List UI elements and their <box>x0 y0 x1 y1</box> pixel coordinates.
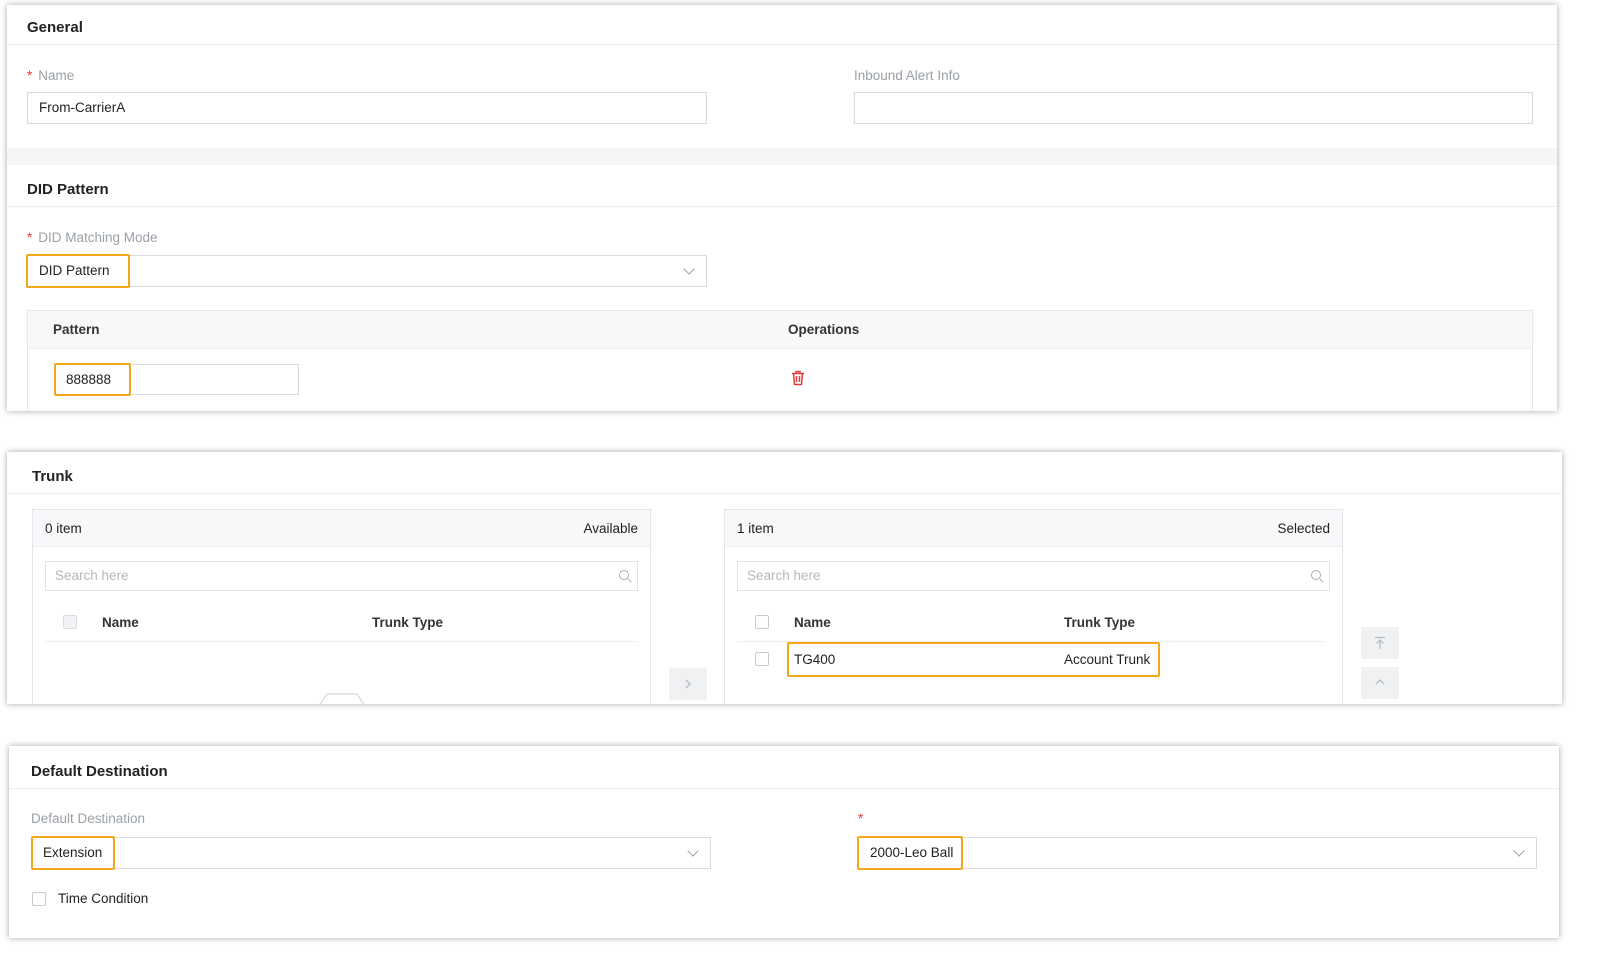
divider <box>7 44 1557 45</box>
selected-select-all-checkbox[interactable] <box>755 615 769 629</box>
divider <box>7 493 1562 494</box>
available-name-column-header: Name <box>102 615 139 630</box>
required-asterisk: * <box>858 811 864 826</box>
section-gap <box>7 148 1557 165</box>
selected-search-input[interactable]: Search here <box>737 561 1330 591</box>
move-up-icon <box>1375 679 1385 685</box>
divider <box>737 641 1325 642</box>
search-icon <box>619 570 629 580</box>
empty-state-icon <box>319 693 365 704</box>
destination-type-select[interactable]: Extension <box>31 837 711 869</box>
general-section-title: General <box>27 19 83 36</box>
did-matching-mode-label-text: DID Matching Mode <box>38 230 158 245</box>
did-matching-mode-value: DID Pattern <box>39 263 110 278</box>
general-did-card: General * Name From-CarrierA Inbound Aler… <box>7 5 1557 411</box>
did-matching-mode-label: * DID Matching Mode <box>27 230 158 245</box>
required-asterisk: * <box>27 68 33 83</box>
table-header <box>28 311 1532 349</box>
time-condition-checkbox[interactable] <box>32 892 46 906</box>
pattern-column-header: Pattern <box>53 322 100 337</box>
move-top-icon <box>1375 636 1385 649</box>
available-select-all-checkbox[interactable] <box>63 615 77 629</box>
divider <box>7 206 1557 207</box>
trunk-card: Trunk 0 item Available Search here Name … <box>7 452 1562 704</box>
available-panel-header <box>33 510 650 547</box>
did-section-title: DID Pattern <box>27 181 109 198</box>
destination-target-label: * <box>858 811 869 826</box>
selected-type-column-header: Trunk Type <box>1064 615 1136 630</box>
destination-type-value: Extension <box>43 845 103 860</box>
trunk-row-type: Account Trunk <box>1064 652 1151 667</box>
selected-panel: 1 item Selected Search here Name Trunk T… <box>724 509 1343 704</box>
default-destination-label: Default Destination <box>31 811 146 826</box>
inbound-alert-input[interactable] <box>854 92 1533 124</box>
divider <box>9 788 1559 789</box>
available-type-column-header: Trunk Type <box>372 615 444 630</box>
name-label-text: Name <box>38 68 75 83</box>
required-asterisk: * <box>27 230 33 245</box>
name-label: * Name <box>27 68 74 83</box>
pattern-input[interactable]: 888888 <box>54 364 299 395</box>
trunk-row-name: TG400 <box>794 652 836 667</box>
selected-name-column-header: Name <box>794 615 831 630</box>
selected-label: Selected <box>1277 521 1330 536</box>
destination-target-select[interactable]: 2000-Leo Ball <box>858 837 1537 869</box>
available-search-input[interactable]: Search here <box>45 561 638 591</box>
selected-panel-header <box>725 510 1342 547</box>
arrow-right-icon <box>685 679 691 689</box>
time-condition-label[interactable]: Time Condition <box>58 891 148 906</box>
search-icon <box>1311 570 1321 580</box>
name-input[interactable]: From-CarrierA <box>27 92 707 124</box>
did-matching-mode-select[interactable]: DID Pattern <box>27 255 707 287</box>
table-row-checkbox[interactable] <box>755 652 769 666</box>
trash-icon[interactable] <box>791 370 805 386</box>
available-label: Available <box>583 521 638 536</box>
available-count: 0 item <box>45 521 82 536</box>
default-destination-card: Default Destination Default Destination … <box>9 746 1559 938</box>
did-pattern-table: Pattern Operations 888888 <box>27 310 1533 411</box>
destination-target-value: 2000-Leo Ball <box>870 845 954 860</box>
divider <box>45 641 638 642</box>
inbound-alert-label: Inbound Alert Info <box>854 68 960 83</box>
trunk-section-title: Trunk <box>32 468 73 485</box>
selected-count: 1 item <box>737 521 774 536</box>
default-destination-section-title: Default Destination <box>31 763 168 780</box>
available-panel: 0 item Available Search here Name Trunk … <box>32 509 651 704</box>
operations-column-header: Operations <box>788 322 860 337</box>
